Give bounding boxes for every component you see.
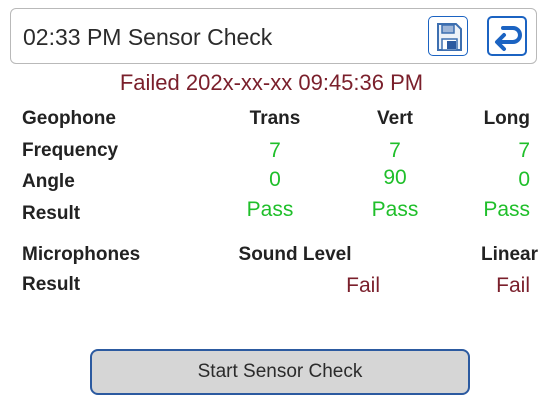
column-sound-level: Sound Level [238,244,352,265]
header-title: 02:33 PM Sensor Check [23,24,273,50]
angle-long-value: 0 [518,168,530,191]
check-status: Failed 202x-xx-xx 09:45:36 PM [119,70,424,95]
start-sensor-check-button[interactable]: Start Sensor Check [90,349,470,395]
geophone-result-label: Result [22,203,81,224]
angle-label: Angle [22,171,75,192]
header-bar: 02:33 PM Sensor Check [10,8,537,64]
save-icon [437,23,462,51]
back-arrow-icon [495,26,522,51]
microphones-label: Microphones [22,244,141,265]
frequency-vert-value: 7 [389,139,401,162]
result-linear-value: Fail [496,274,530,297]
result-sound-level-value: Fail [346,274,380,297]
column-vert: Vert [377,108,413,129]
geophone-label: Geophone [22,108,116,129]
save-button[interactable] [428,16,468,56]
column-trans: Trans [249,108,301,129]
frequency-label: Frequency [22,140,119,161]
result-trans-value: Pass [246,198,294,221]
sensor-check-screen: 02:33 PM Sensor Check Failed 202x-xx-xx … [0,0,543,398]
column-linear: Linear [480,244,538,265]
column-long: Long [483,108,530,129]
back-button[interactable] [487,16,527,56]
frequency-trans-value: 7 [269,139,281,162]
result-long-value: Pass [483,198,530,221]
angle-trans-value: 0 [269,168,281,191]
angle-vert-value: 90 [383,166,407,189]
microphones-result-label: Result [22,274,81,295]
frequency-long-value: 7 [518,139,530,162]
